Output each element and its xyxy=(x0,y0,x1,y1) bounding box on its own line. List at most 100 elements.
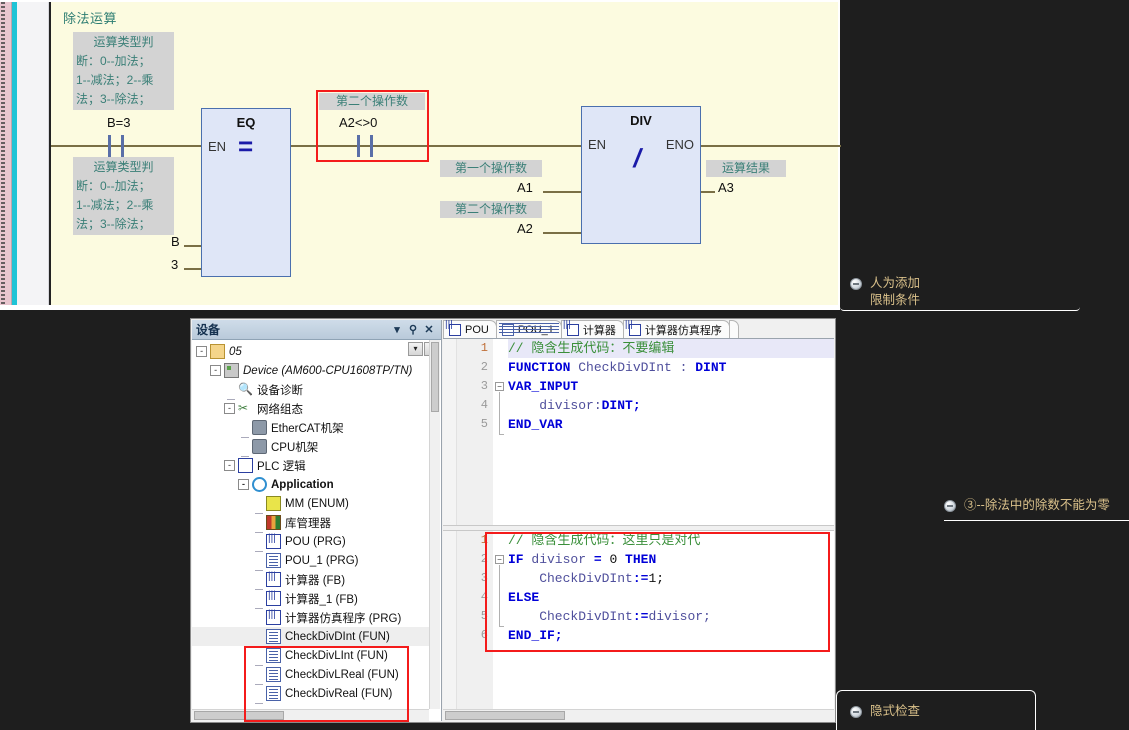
ladder-canvas[interactable]: 除法运算 运算类型判 断：0--加法； 1--减法；2--乘 法；3--除法； … xyxy=(49,2,841,305)
application-icon xyxy=(252,477,267,492)
tree-item[interactable]: 计算器_1 (FB) xyxy=(192,589,429,609)
prg-icon xyxy=(266,533,281,549)
tree-item-label: 设备诊断 xyxy=(257,384,303,397)
tree-item-label: 网络组态 xyxy=(257,403,303,416)
power-rail-right xyxy=(701,145,841,147)
chevron-down-icon[interactable]: ▾ xyxy=(389,323,405,336)
editor-tab-label: POU xyxy=(465,323,489,336)
tree-item[interactable]: MM (ENUM) xyxy=(192,494,429,514)
contact-a2-nonzero[interactable] xyxy=(356,135,374,157)
implementation-margin xyxy=(443,531,457,709)
fold-toggle-icon[interactable]: − xyxy=(495,382,504,391)
code-line[interactable]: FUNCTION CheckDivDInt : DINT xyxy=(508,358,834,377)
tree-item[interactable]: 库管理器 xyxy=(192,513,429,533)
code-line[interactable]: // 隐含生成代码：不要编辑 xyxy=(508,339,834,358)
tree-item[interactable]: POU_1 (PRG) xyxy=(192,551,429,571)
div-function-block[interactable]: DIV EN ENO / xyxy=(581,106,701,244)
div-en-pin-label: EN xyxy=(588,137,607,152)
code-line-number: 1 xyxy=(480,341,488,355)
rack-icon xyxy=(252,420,267,435)
tree-item[interactable]: - ✂ 网络组态 xyxy=(192,399,429,418)
comment-line-1: 运算类型判 xyxy=(93,35,154,49)
prg-icon xyxy=(566,323,579,336)
bullet-icon xyxy=(944,500,956,512)
declaration-fold-column[interactable]: − xyxy=(493,339,508,525)
code-token: CheckDivDInt : xyxy=(578,360,696,375)
tree-item-label: POU (PRG) xyxy=(285,535,346,548)
editor-tab[interactable] xyxy=(728,320,739,338)
code-token: // 隐含生成代码：不要编辑 xyxy=(508,341,675,356)
contact-label-a2-nonzero: A2<>0 xyxy=(339,115,378,130)
declaration-margin xyxy=(443,339,457,525)
tree-expander-icon[interactable]: - xyxy=(224,403,235,414)
plc-logic-icon xyxy=(238,458,253,473)
tree-item[interactable]: 计算器仿真程序 (PRG) xyxy=(192,608,429,628)
editor-tabstrip[interactable]: POU POU_1 计算器 计算器仿真程序 xyxy=(443,320,834,339)
code-line[interactable]: END_VAR xyxy=(508,415,834,434)
tree-item[interactable]: EtherCAT机架 xyxy=(192,418,429,438)
eq-input2-wire xyxy=(184,268,201,270)
tree-item-label: 计算器仿真程序 (PRG) xyxy=(285,612,402,625)
editor-tab[interactable]: 计算器仿真程序 xyxy=(622,320,730,338)
code-token: FUNCTION xyxy=(508,360,579,375)
contact-b-equals-3[interactable] xyxy=(107,135,125,157)
eq-input1-value: B xyxy=(171,234,180,249)
ladder-network-title: 除法运算 xyxy=(63,11,118,26)
tree-item-label: CheckDivDInt (FUN) xyxy=(285,630,390,643)
code-token: VAR_INPUT xyxy=(508,379,579,394)
tree-item[interactable]: 🔍 设备诊断 xyxy=(192,380,429,400)
editor-tab[interactable]: POU_1 xyxy=(495,320,562,338)
tree-item[interactable]: - 05 xyxy=(192,342,429,361)
tree-item[interactable]: - PLC 逻辑 xyxy=(192,456,429,475)
prg-icon xyxy=(628,323,641,336)
tree-item-label: Application xyxy=(271,478,334,491)
tree-expander-icon[interactable]: - xyxy=(224,460,235,471)
code-horizontal-scrollbar[interactable] xyxy=(443,709,834,721)
comment2-line-3: 1--减法；2--乘 xyxy=(76,198,154,212)
comment-line-4: 法；3--除法； xyxy=(76,92,151,106)
highlight-box-checkdiv-functions xyxy=(244,646,409,722)
tree-item[interactable]: CheckDivDInt (FUN) xyxy=(192,627,429,647)
code-line[interactable]: divisor:DINT; xyxy=(508,396,834,415)
tree-expander-icon[interactable]: - xyxy=(238,479,249,490)
library-manager-icon xyxy=(266,515,281,530)
comment2-line-1: 运算类型判 xyxy=(93,160,154,174)
ladder-changebar-strip xyxy=(0,2,12,305)
tree-item[interactable]: 计算器 (FB) xyxy=(192,570,429,590)
code-token: DINT; xyxy=(601,398,641,413)
div-input2-value: A2 xyxy=(517,221,533,236)
editor-tab[interactable]: POU xyxy=(443,320,497,338)
eq-block-name: EQ xyxy=(236,115,256,130)
code-hscroll-thumb[interactable] xyxy=(445,711,565,720)
code-token: END_VAR xyxy=(508,417,563,432)
highlight-box-implementation-code xyxy=(485,532,830,652)
pin-icon[interactable]: ⚲ xyxy=(405,323,421,336)
div-input2-wire xyxy=(543,232,581,234)
code-token: divisor: xyxy=(508,398,602,413)
declaration-code-text[interactable]: // 隐含生成代码：不要编辑 FUNCTION CheckDivDInt : DI… xyxy=(508,339,834,525)
div-input1-value: A1 xyxy=(517,180,533,195)
close-icon[interactable]: ✕ xyxy=(421,323,437,336)
doc-icon xyxy=(266,553,281,568)
eq-function-block[interactable]: EQ EN = xyxy=(201,108,291,277)
eq-en-pin-label: EN xyxy=(208,139,227,154)
div-input1-wire xyxy=(543,191,581,193)
tree-item[interactable]: - Device (AM600-CPU1608TP/TN) xyxy=(192,361,429,380)
tree-vertical-scrollbar[interactable] xyxy=(429,340,440,709)
prg-icon xyxy=(266,590,281,606)
code-pane-declaration[interactable]: 1 2 3 4 5 − // 隐含生成代码：不要编辑 FUNCTION CheckDivD… xyxy=(443,339,834,525)
rack-icon xyxy=(252,439,267,454)
code-line[interactable]: VAR_INPUT xyxy=(508,377,834,396)
editor-tab-label: POU_1 xyxy=(517,323,554,336)
tree-expander-icon[interactable]: - xyxy=(196,346,207,357)
code-pane-implementation[interactable]: 123456 − // 隐含生成代码：这里只是对代 IF divisor = 0 … xyxy=(443,531,834,709)
tree-expander-icon[interactable]: - xyxy=(210,365,221,376)
annotation-manual-limit: 人为添加 限制条件 xyxy=(850,275,970,309)
tree-item[interactable]: POU (PRG) xyxy=(192,532,429,552)
tree-vscroll-thumb[interactable] xyxy=(431,342,439,412)
tree-item[interactable]: - Application xyxy=(192,475,429,494)
tree-item[interactable]: CPU机架 xyxy=(192,437,429,457)
ladder-gutter xyxy=(17,2,49,305)
editor-tab[interactable]: 计算器 xyxy=(560,320,624,338)
device-panel: 设备 ▾ ⚲ ✕ ▾ ^ -05-Device (AM600-CPU1608TP… xyxy=(192,320,442,722)
